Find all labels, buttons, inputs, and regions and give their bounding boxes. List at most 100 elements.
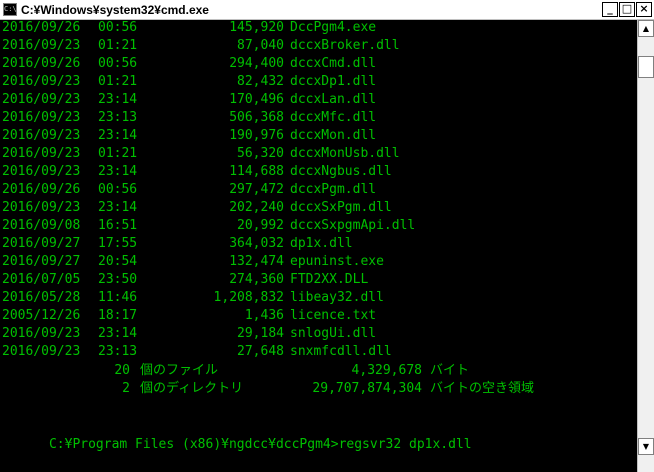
cmd-window: C:\ C:¥Windows¥system32¥cmd.exe _ □ × 20… xyxy=(0,0,654,472)
file-size: 364,032 xyxy=(229,236,284,251)
file-date: 2016/09/26 xyxy=(2,56,81,71)
file-date: 2016/09/23 xyxy=(2,326,81,341)
file-time: 01:21 xyxy=(98,146,138,161)
file-date: 2016/09/23 xyxy=(2,74,81,89)
file-time: 16:51 xyxy=(98,218,138,233)
files-unit: バイト xyxy=(430,363,470,378)
dirs-summary-line: 2 個のディレクトリ 29,707,874,304 バイトの空き領域 xyxy=(2,380,534,398)
file-size: 82,432 xyxy=(237,74,284,89)
scroll-thumb[interactable] xyxy=(638,56,654,78)
file-time: 23:14 xyxy=(98,128,138,143)
file-name: dccxNgbus.dll xyxy=(290,164,392,179)
file-size: 27,648 xyxy=(237,344,284,359)
file-name: dccxMonUsb.dll xyxy=(290,146,400,161)
file-time: 23:14 xyxy=(98,92,138,107)
files-bytes: 4,329,678 xyxy=(351,363,422,378)
files-summary-line: 20 個のファイル 4,329,678 バイト xyxy=(2,362,469,380)
file-size: 29,184 xyxy=(237,326,284,341)
file-size: 202,240 xyxy=(229,200,284,215)
file-name: dccxBroker.dll xyxy=(290,38,400,53)
file-date: 2016/09/27 xyxy=(2,236,81,251)
file-date: 2016/05/28 xyxy=(2,290,81,305)
dirs-bytes: 29,707,874,304 xyxy=(312,381,422,396)
file-name: dccxPgm.dll xyxy=(290,182,377,197)
file-time: 23:14 xyxy=(98,164,138,179)
file-size: 294,400 xyxy=(229,56,284,71)
file-time: 20:54 xyxy=(98,254,138,269)
window-title: C:¥Windows¥system32¥cmd.exe xyxy=(21,3,209,17)
file-date: 2016/09/23 xyxy=(2,92,81,107)
file-name: dccxCmd.dll xyxy=(290,56,377,71)
dirs-unit: バイトの空き領域 xyxy=(430,381,535,396)
file-size: 506,368 xyxy=(229,110,284,125)
dirs-count: 2 xyxy=(122,381,130,396)
file-time: 23:13 xyxy=(98,110,138,125)
close-button[interactable]: × xyxy=(636,2,652,17)
prompt-path: C:¥Program Files (x86)¥ngdcc¥dccPgm4> xyxy=(48,437,339,452)
scroll-down-arrow-icon[interactable]: ▼ xyxy=(638,438,654,455)
dirs-label: 個のディレクトリ xyxy=(140,381,244,396)
file-date: 2016/09/23 xyxy=(2,164,81,179)
file-date: 2016/09/26 xyxy=(2,182,81,197)
file-size: 87,040 xyxy=(237,38,284,53)
file-time: 01:21 xyxy=(98,38,138,53)
file-date: 2016/09/23 xyxy=(2,146,81,161)
file-time: 01:21 xyxy=(98,74,138,89)
file-time: 00:56 xyxy=(98,56,138,71)
file-size: 132,474 xyxy=(229,254,284,269)
file-size: 20,992 xyxy=(237,218,284,233)
file-name: dccxDp1.dll xyxy=(290,74,377,89)
file-size: 190,976 xyxy=(229,128,284,143)
file-date: 2016/09/23 xyxy=(2,38,81,53)
file-name: snlogUi.dll xyxy=(290,326,377,341)
bottom-edge xyxy=(0,464,637,472)
file-name: dccxMon.dll xyxy=(290,128,377,143)
file-size: 56,320 xyxy=(237,146,284,161)
maximize-button[interactable]: □ xyxy=(619,2,635,17)
file-name: dccxMfc.dll xyxy=(290,110,377,125)
file-size: 170,496 xyxy=(229,92,284,107)
title-bar[interactable]: C:\ C:¥Windows¥system32¥cmd.exe _ □ × xyxy=(0,0,654,20)
file-date: 2016/07/05 xyxy=(2,272,81,287)
minimize-button[interactable]: _ xyxy=(602,2,618,17)
console-output[interactable]: 2016/09/23 23:13 27,648 snxmfcdll.dll 2016/0… xyxy=(0,20,637,464)
file-date: 2016/09/23 xyxy=(2,128,81,143)
file-date: 2016/09/23 xyxy=(2,344,81,359)
file-date: 2016/09/27 xyxy=(2,254,81,269)
file-time: 23:14 xyxy=(98,200,138,215)
file-date: 2016/09/08 xyxy=(2,218,81,233)
file-size: 1,436 xyxy=(244,308,284,323)
file-name: FTD2XX.DLL xyxy=(290,272,369,287)
file-name: libeay32.dll xyxy=(290,290,384,305)
file-date: 2005/12/26 xyxy=(2,308,81,323)
files-count: 20 xyxy=(114,363,130,378)
file-name: epuninst.exe xyxy=(290,254,384,269)
file-date: 2016/09/23 xyxy=(2,110,81,125)
cmd-app-icon[interactable]: C:\ xyxy=(3,3,17,16)
command-text[interactable]: regsvr32 dp1x.dll xyxy=(339,437,472,452)
scroll-up-arrow-icon[interactable]: ▲ xyxy=(638,20,654,37)
vertical-scrollbar[interactable]: ▲ ▼ xyxy=(637,20,654,472)
file-time: 18:17 xyxy=(98,308,138,323)
file-time: 23:50 xyxy=(98,272,138,287)
file-size: 1,208,832 xyxy=(213,290,284,305)
file-date: 2016/09/23 xyxy=(2,200,81,215)
file-name: snxmfcdll.dll xyxy=(290,344,392,359)
file-date: 2016/09/26 xyxy=(2,20,81,35)
file-time: 17:55 xyxy=(98,236,138,251)
file-time: 23:13 xyxy=(98,344,138,359)
file-name: DccPgm4.exe xyxy=(290,20,377,35)
file-size: 274,360 xyxy=(229,272,284,287)
files-label: 個のファイル xyxy=(140,363,219,378)
file-time: 00:56 xyxy=(98,20,138,35)
file-size: 145,920 xyxy=(229,20,284,35)
file-time: 11:46 xyxy=(98,290,138,305)
file-name: licence.txt xyxy=(290,308,377,323)
file-name: dp1x.dll xyxy=(290,236,353,251)
file-time: 23:14 xyxy=(98,326,138,341)
file-name: dccxSxPgm.dll xyxy=(290,200,392,215)
file-name: dccxLan.dll xyxy=(290,92,377,107)
command-prompt-line[interactable]: C:¥Program Files (x86)¥ngdcc¥dccPgm4>reg… xyxy=(2,418,472,452)
file-size: 297,472 xyxy=(229,182,284,197)
file-time: 00:56 xyxy=(98,182,138,197)
